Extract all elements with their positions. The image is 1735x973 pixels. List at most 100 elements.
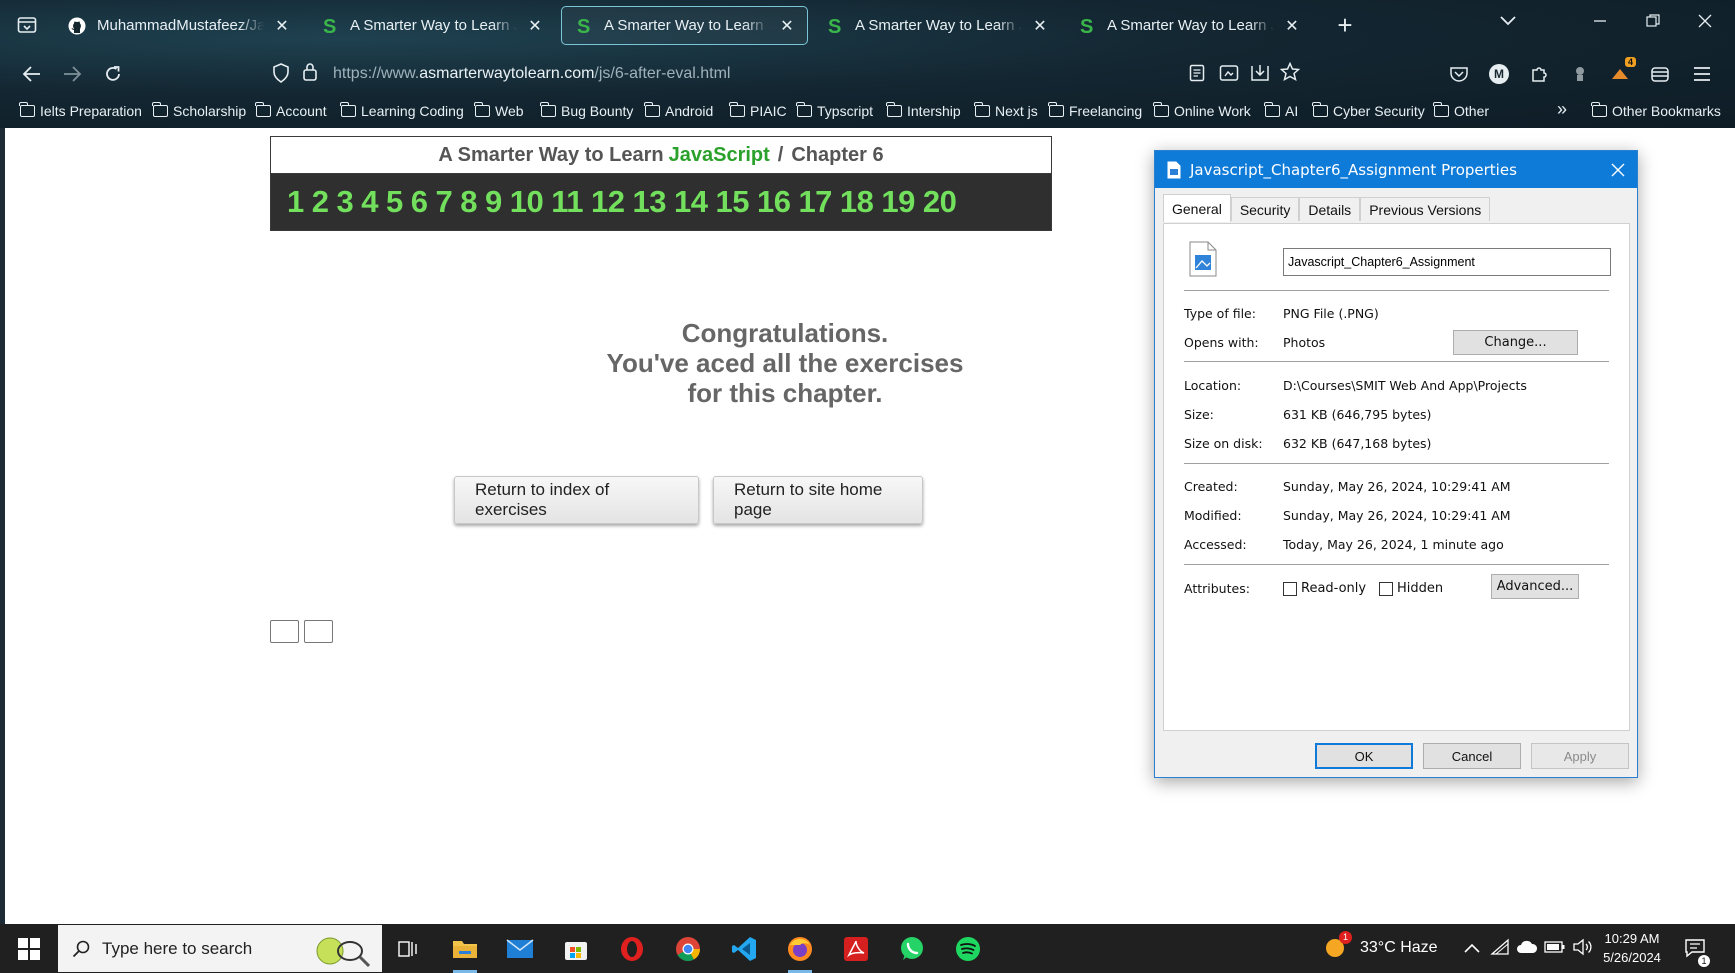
- bookmark-star-icon[interactable]: [1279, 61, 1301, 87]
- exercise-number-link[interactable]: 9: [481, 184, 506, 220]
- screenshot-icon[interactable]: [1219, 64, 1239, 87]
- mail-icon[interactable]: [502, 931, 538, 967]
- bookmark-folder[interactable]: Cyber Security: [1312, 102, 1425, 119]
- browser-tab[interactable]: S A Smarter Way to Learn JavaScript ✕: [813, 6, 1060, 45]
- bookmark-folder[interactable]: Intership: [886, 102, 961, 119]
- browser-tab[interactable]: S A Smarter Way to Learn JavaScript ✕: [561, 6, 808, 45]
- close-tab-icon[interactable]: ✕: [527, 16, 543, 36]
- bookmark-folder[interactable]: Online Work: [1153, 102, 1251, 119]
- extension-badge-icon[interactable]: 4: [1606, 57, 1636, 88]
- exercise-number-link[interactable]: 14: [670, 184, 711, 220]
- chrome-icon[interactable]: [670, 931, 706, 967]
- close-tab-icon[interactable]: ✕: [779, 16, 795, 36]
- exercise-number-link[interactable]: 6: [407, 184, 432, 220]
- apply-button[interactable]: Apply: [1531, 743, 1629, 769]
- notification-center-icon[interactable]: 1: [1684, 937, 1710, 967]
- onedrive-cloud-icon[interactable]: [1516, 939, 1538, 960]
- url-bar[interactable]: https://www.asmarterwaytolearn.com/js/6-…: [262, 56, 1302, 92]
- reader-view-icon[interactable]: [1189, 64, 1205, 87]
- bookmarks-overflow-chevron[interactable]: »: [1557, 99, 1567, 120]
- other-bookmarks-folder[interactable]: Other Bookmarks: [1591, 102, 1721, 119]
- dialog-title-bar[interactable]: Javascript_Chapter6_Assignment Propertie…: [1155, 151, 1637, 188]
- acrobat-reader-icon[interactable]: [838, 931, 874, 967]
- dialog-tab-security[interactable]: Security: [1230, 197, 1300, 221]
- pocket-save-icon[interactable]: [1250, 63, 1270, 88]
- url-text[interactable]: https://www.asmarterwaytolearn.com/js/6-…: [333, 65, 730, 83]
- weather-text[interactable]: 33°C Haze: [1360, 939, 1438, 957]
- return-to-home-button[interactable]: Return to site home page: [713, 476, 923, 524]
- hidden-checkbox[interactable]: Hidden: [1379, 581, 1443, 596]
- small-empty-box[interactable]: [270, 620, 299, 643]
- task-view-icon[interactable]: [390, 931, 426, 967]
- exercise-number-link[interactable]: 1: [283, 184, 308, 220]
- exercise-number-link[interactable]: 7: [432, 184, 457, 220]
- close-tab-icon[interactable]: ✕: [1032, 16, 1048, 36]
- taskbar-clock[interactable]: 10:29 AM 5/26/2024: [1594, 929, 1670, 967]
- exercise-number-link[interactable]: 15: [711, 184, 752, 220]
- pocket-icon[interactable]: [1445, 60, 1473, 88]
- checkbox-box[interactable]: [1379, 581, 1393, 596]
- return-to-index-button[interactable]: Return to index of exercises: [454, 476, 699, 524]
- browser-tab[interactable]: S A Smarter Way to Learn JavaScript ✕: [308, 6, 555, 45]
- change-button[interactable]: Change...: [1453, 330, 1578, 355]
- firefox-icon[interactable]: [782, 931, 818, 973]
- bookmark-folder[interactable]: Ielts Preparation: [19, 102, 142, 119]
- wifi-icon[interactable]: [1490, 938, 1510, 961]
- exercise-number-link[interactable]: 11: [547, 184, 587, 220]
- bookmark-folder[interactable]: Learning Coding: [340, 102, 464, 119]
- dialog-tab-previous-versions[interactable]: Previous Versions: [1360, 197, 1491, 221]
- exercise-number-link[interactable]: 20: [919, 184, 960, 220]
- exercise-number-link[interactable]: 2: [308, 184, 333, 220]
- bookmark-folder[interactable]: Android: [644, 102, 713, 119]
- back-arrow-icon[interactable]: [18, 60, 46, 88]
- ok-button[interactable]: OK: [1315, 743, 1413, 769]
- bookmark-folder[interactable]: Typscript: [796, 102, 873, 119]
- exercise-number-link[interactable]: 19: [877, 184, 918, 220]
- browser-tab[interactable]: S A Smarter Way to Learn JavaScript ✕: [1065, 6, 1312, 45]
- cancel-button[interactable]: Cancel: [1423, 743, 1521, 769]
- bookmark-folder[interactable]: Account: [255, 102, 327, 119]
- bookmark-folder[interactable]: Bug Bounty: [540, 102, 633, 119]
- whatsapp-icon[interactable]: [894, 931, 930, 967]
- close-window-icon[interactable]: [1690, 12, 1720, 33]
- exercise-number-link[interactable]: 5: [382, 184, 407, 220]
- bookmark-folder[interactable]: AI: [1264, 102, 1298, 119]
- shield-icon[interactable]: [272, 63, 290, 88]
- exercise-number-link[interactable]: 3: [333, 184, 358, 220]
- restore-icon[interactable]: [1638, 12, 1668, 33]
- checkbox-box[interactable]: [1283, 581, 1297, 596]
- close-tab-icon[interactable]: ✕: [1284, 16, 1300, 36]
- bookmark-folder[interactable]: Freelancing: [1048, 102, 1142, 119]
- volume-icon[interactable]: [1572, 938, 1594, 961]
- list-all-tabs-chevron-icon[interactable]: [1493, 10, 1523, 31]
- taskbar-search-box[interactable]: Type here to search: [58, 925, 382, 972]
- account-avatar[interactable]: M: [1485, 60, 1513, 88]
- exercise-number-link[interactable]: 4: [357, 184, 382, 220]
- file-name-field[interactable]: [1283, 248, 1611, 276]
- forward-arrow-icon[interactable]: [58, 60, 86, 88]
- minimize-icon[interactable]: [1585, 12, 1615, 33]
- opera-icon[interactable]: [614, 931, 650, 967]
- close-dialog-icon[interactable]: [1611, 158, 1625, 182]
- advanced-button[interactable]: Advanced...: [1491, 574, 1579, 599]
- spotify-icon[interactable]: [950, 931, 986, 967]
- exercise-number-link[interactable]: 17: [794, 184, 835, 220]
- bookmark-folder[interactable]: Scholarship: [152, 102, 246, 119]
- new-tab-button[interactable]: +: [1330, 10, 1360, 41]
- microsoft-store-icon[interactable]: [558, 931, 594, 967]
- dialog-tab-details[interactable]: Details: [1299, 197, 1361, 221]
- bookmark-folder[interactable]: PIAIC: [729, 102, 787, 119]
- exercise-number-link[interactable]: 8: [456, 184, 481, 220]
- extension-icon[interactable]: [1566, 60, 1594, 88]
- close-tab-icon[interactable]: ✕: [274, 16, 290, 36]
- windows-start-icon[interactable]: [18, 938, 40, 960]
- show-hidden-icons-chevron[interactable]: [1464, 941, 1480, 959]
- exercise-number-link[interactable]: 13: [629, 184, 670, 220]
- weather-sun-icon[interactable]: 1: [1322, 931, 1352, 965]
- menu-hamburger-icon[interactable]: [1688, 60, 1716, 88]
- reload-icon[interactable]: [99, 60, 127, 88]
- bookmark-folder[interactable]: Web: [474, 102, 524, 119]
- exercise-number-link[interactable]: 18: [836, 184, 877, 220]
- exercise-number-link[interactable]: 10: [506, 184, 547, 220]
- bookmark-folder[interactable]: Other: [1433, 102, 1489, 119]
